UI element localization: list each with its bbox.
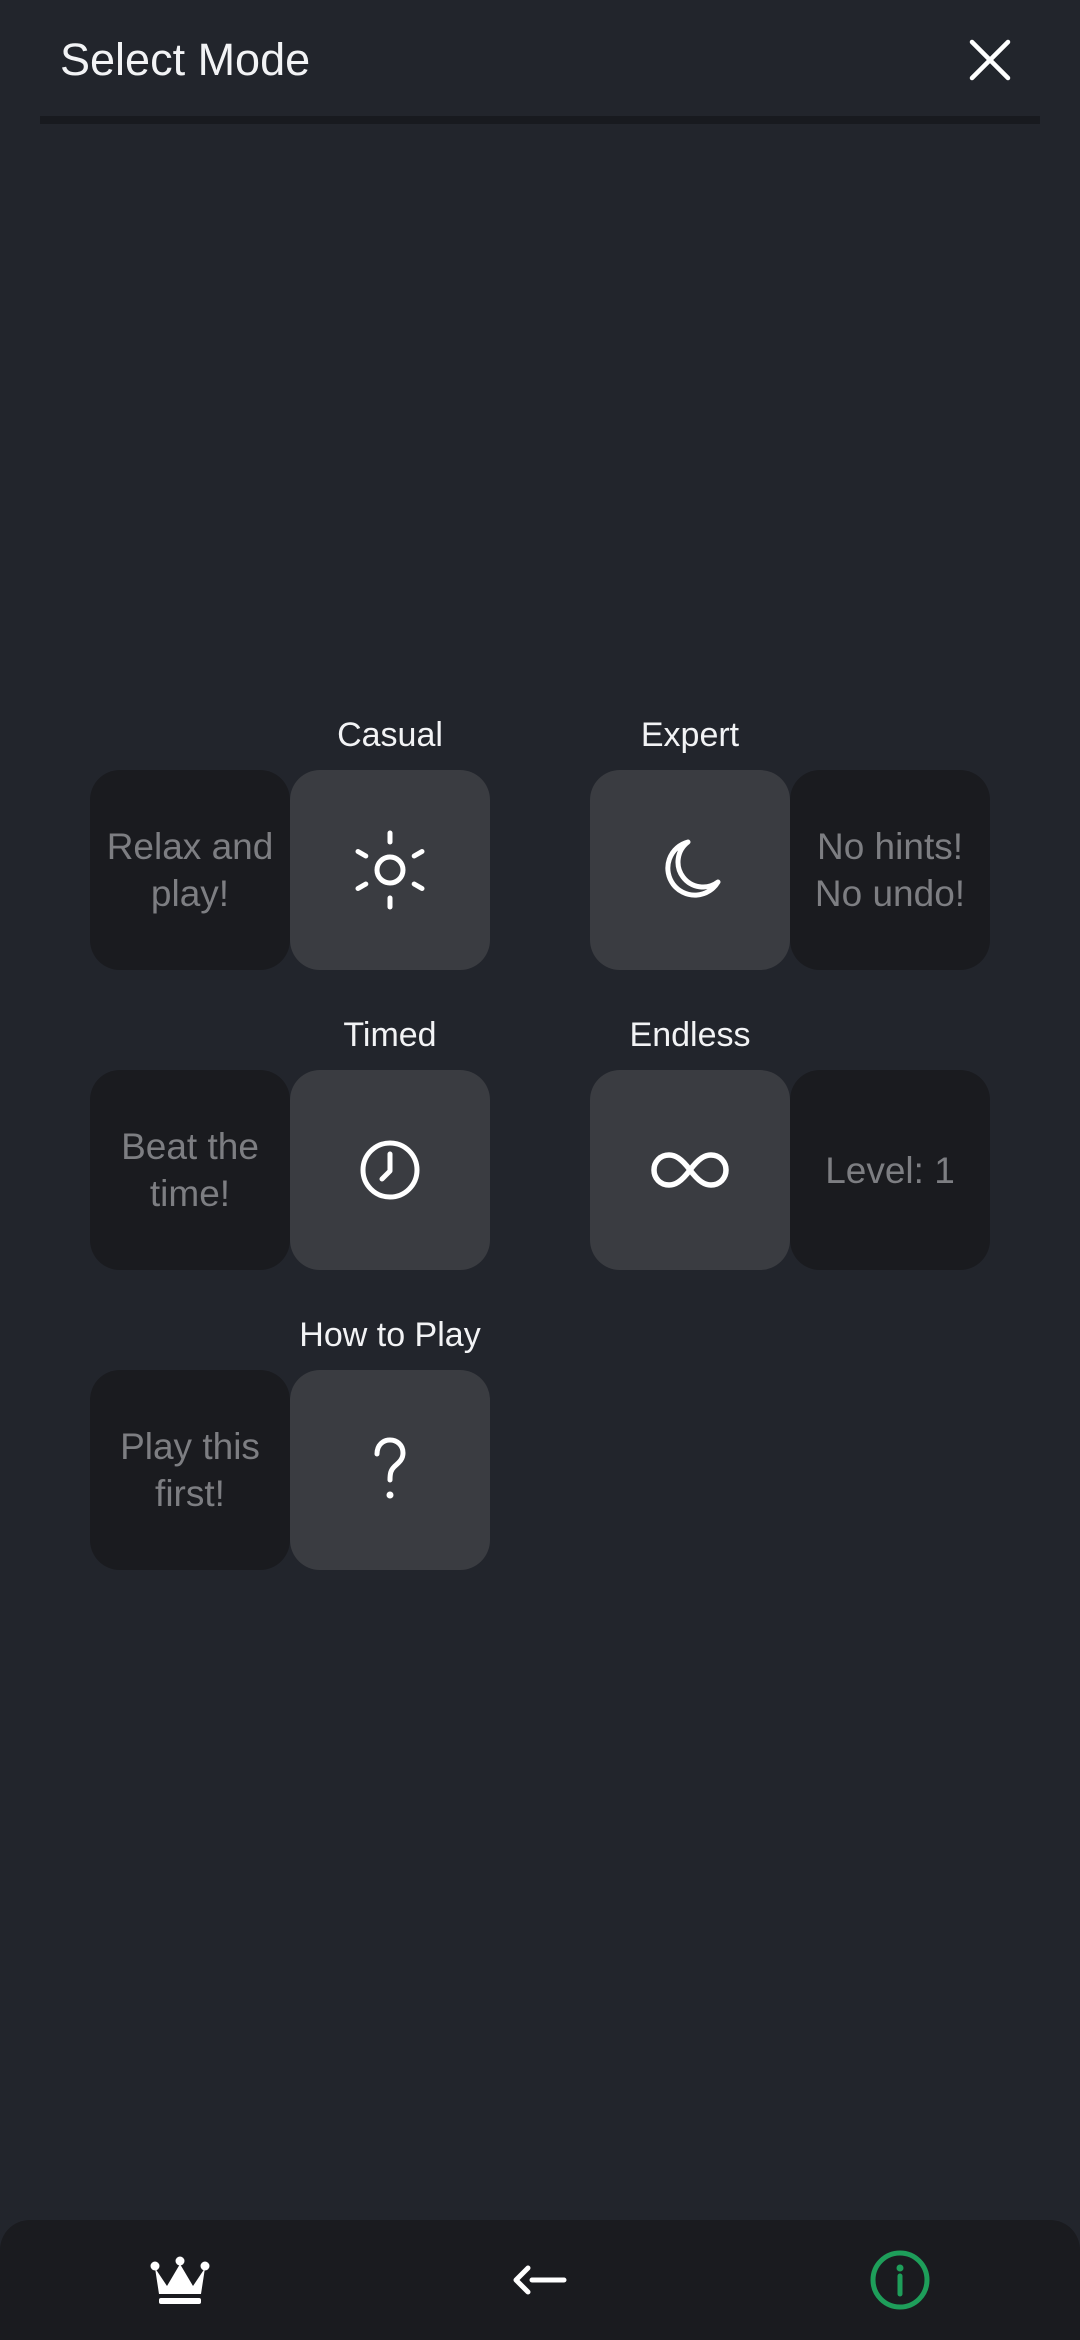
expert-mode-button[interactable] (590, 770, 790, 970)
timed-mode-button[interactable] (290, 1070, 490, 1270)
mode-description-casual: Relax and play! (90, 770, 290, 970)
mode-description-how-to-play: Play this first! (90, 1370, 290, 1570)
header-divider (40, 116, 1040, 124)
how-to-play-button[interactable] (290, 1370, 490, 1570)
moon-icon (665, 839, 721, 898)
leaderboard-button[interactable] (140, 2240, 220, 2320)
crown-icon (150, 2256, 210, 2304)
endless-mode-button[interactable] (590, 1070, 790, 1270)
mode-label-expert: Expert (640, 716, 740, 754)
mode-label-how-to-play: How to Play (299, 1316, 481, 1354)
mode-description-expert: No hints! No undo! (790, 770, 990, 970)
page-title: Select Mode (60, 34, 311, 85)
back-button[interactable] (500, 2240, 580, 2320)
question-icon (374, 1437, 406, 1499)
info-button[interactable] (860, 2240, 940, 2320)
info-icon (870, 2250, 930, 2310)
infinity-icon (651, 1152, 729, 1188)
mode-description-endless: Level: 1 (790, 1070, 990, 1270)
bottom-nav (0, 2220, 1080, 2340)
close-icon (969, 39, 1011, 81)
sun-icon (355, 830, 425, 910)
close-button[interactable] (955, 25, 1025, 95)
casual-mode-button[interactable] (290, 770, 490, 970)
mode-description-timed: Beat the time! (90, 1070, 290, 1270)
clock-icon (360, 1140, 420, 1200)
arrow-left-icon (513, 2265, 567, 2295)
mode-label-endless: Endless (629, 1016, 751, 1054)
